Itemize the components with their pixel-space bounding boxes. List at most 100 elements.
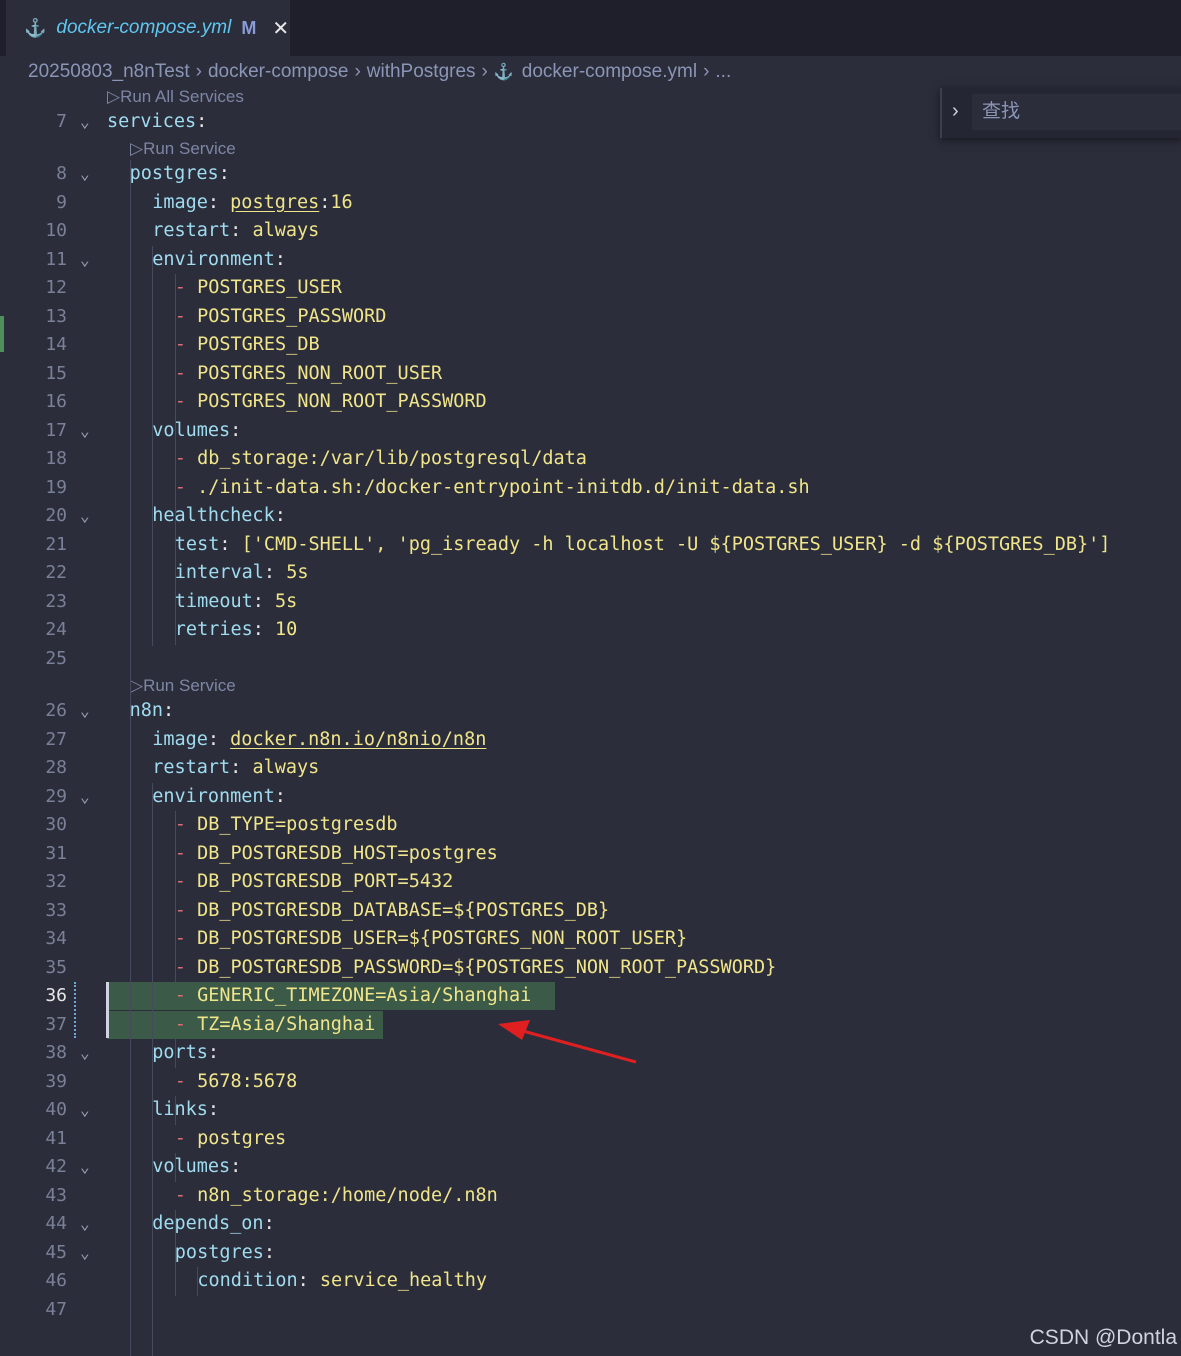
line-number: 44 [45, 1213, 67, 1234]
code-text: environment: [152, 786, 286, 807]
code-line[interactable]: 32 - DB_POSTGRESDB_PORT=5432 [0, 868, 1181, 896]
code-text: healthcheck: [152, 505, 286, 526]
chevron-down-icon[interactable]: ⌄ [80, 1041, 100, 1065]
code-line[interactable]: 23 timeout: 5s [0, 588, 1181, 616]
line-number: 40 [45, 1099, 67, 1120]
line-number: 45 [45, 1242, 67, 1263]
code-text: image: postgres:16 [152, 192, 353, 213]
code-line[interactable]: 41 - postgres [0, 1125, 1181, 1153]
tab-bar: ⚓ docker-compose.yml M ✕ [0, 0, 1181, 56]
code-line[interactable]: 37 - TZ=Asia/Shanghai [0, 1011, 1181, 1039]
code-line[interactable]: 29 ⌄ environment: [0, 783, 1181, 811]
code-text: interval: 5s [174, 562, 309, 583]
chevron-down-icon[interactable]: ⌄ [80, 419, 100, 443]
code-line[interactable]: 30 - DB_TYPE=postgresdb [0, 811, 1181, 839]
code-line[interactable]: 18 - db_storage:/var/lib/postgresql/data [0, 445, 1181, 473]
chevron-down-icon[interactable]: ⌄ [80, 699, 100, 723]
code-line[interactable]: 44 ⌄ depends_on: [0, 1210, 1181, 1238]
code-text: services: [107, 111, 208, 132]
code-line[interactable]: 35 - DB_POSTGRESDB_PASSWORD=${POSTGRES_NO… [0, 954, 1181, 982]
chevron-right-icon[interactable]: › [952, 100, 959, 123]
breadcrumb-item-symbol[interactable]: ... [715, 61, 731, 83]
code-line[interactable]: 24 retries: 10 [0, 616, 1181, 644]
code-text: - ./init-data.sh:/docker-entrypoint-init… [174, 477, 810, 498]
code-text: - DB_POSTGRESDB_HOST=postgres [174, 843, 498, 864]
chevron-right-icon: › [703, 61, 710, 82]
code-line[interactable]: 19 - ./init-data.sh:/docker-entrypoint-in… [0, 474, 1181, 502]
chevron-down-icon[interactable]: ⌄ [80, 110, 100, 134]
run-all-services-link[interactable]: ▷Run All Services [107, 86, 244, 108]
code-text: - POSTGRES_DB [174, 334, 320, 355]
breadcrumb-item-folder[interactable]: docker-compose [208, 61, 348, 83]
code-line[interactable]: 14 - POSTGRES_DB [0, 331, 1181, 359]
line-number: 32 [45, 871, 67, 892]
chevron-down-icon[interactable]: ⌄ [80, 504, 100, 528]
code-line[interactable]: 16 - POSTGRES_NON_ROOT_PASSWORD [0, 388, 1181, 416]
line-number: 47 [45, 1299, 67, 1320]
code-line[interactable]: 17 ⌄ volumes: [0, 417, 1181, 445]
code-line[interactable]: 9 image: postgres:16 [0, 189, 1181, 217]
code-line[interactable]: 8 ⌄ postgres: [0, 160, 1181, 188]
close-icon[interactable]: ✕ [272, 16, 289, 41]
line-number: 39 [45, 1071, 67, 1092]
code-line[interactable]: 46 condition: service_healthy [0, 1267, 1181, 1295]
line-number: 31 [45, 843, 67, 864]
chevron-down-icon[interactable]: ⌄ [80, 1212, 100, 1236]
code-line[interactable]: 21 test: ['CMD-SHELL', 'pg_isready -h loc… [0, 531, 1181, 559]
line-number: 15 [45, 363, 67, 384]
tab-filename: docker-compose.yml [56, 17, 232, 38]
code-line[interactable]: 40 ⌄ links: [0, 1096, 1181, 1124]
code-line[interactable]: 31 - DB_POSTGRESDB_HOST=postgres [0, 840, 1181, 868]
line-number: 16 [45, 391, 67, 412]
chevron-down-icon[interactable]: ⌄ [80, 248, 100, 272]
code-line[interactable]: 33 - DB_POSTGRESDB_DATABASE=${POSTGRES_DB… [0, 897, 1181, 925]
line-number: 33 [45, 900, 67, 921]
chevron-down-icon[interactable]: ⌄ [80, 1098, 100, 1122]
code-line[interactable]: 36 - GENERIC_TIMEZONE=Asia/Shanghai [0, 982, 1181, 1010]
line-number: 14 [45, 334, 67, 355]
chevron-right-icon: › [481, 61, 488, 82]
find-input[interactable]: 查找 [972, 94, 1181, 130]
code-text: - POSTGRES_NON_ROOT_PASSWORD [174, 391, 487, 412]
breadcrumb-item-root[interactable]: 20250803_n8nTest [28, 61, 190, 83]
chevron-down-icon[interactable]: ⌄ [80, 1241, 100, 1265]
code-line[interactable]: 13 - POSTGRES_PASSWORD [0, 303, 1181, 331]
code-line[interactable]: 10 restart: always [0, 217, 1181, 245]
code-line[interactable]: 39 - 5678:5678 [0, 1068, 1181, 1096]
chevron-down-icon[interactable]: ⌄ [80, 785, 100, 809]
code-line[interactable]: 28 restart: always [0, 754, 1181, 782]
code-line[interactable]: 34 - DB_POSTGRESDB_USER=${POSTGRES_NON_RO… [0, 925, 1181, 953]
code-line[interactable]: 20 ⌄ healthcheck: [0, 502, 1181, 530]
run-service-link[interactable]: ▷Run Service [130, 675, 236, 697]
find-widget: › 查找 [940, 88, 1181, 138]
code-text: image: docker.n8n.io/n8nio/n8n [152, 729, 487, 750]
code-line[interactable]: 38 ⌄ ports: [0, 1039, 1181, 1067]
chevron-right-icon: › [195, 61, 202, 82]
code-text: - n8n_storage:/home/node/.n8n [174, 1185, 498, 1206]
code-line[interactable]: 42 ⌄ volumes: [0, 1153, 1181, 1181]
docker-whale-icon: ⚓ [493, 64, 514, 81]
code-line[interactable]: 11 ⌄ environment: [0, 246, 1181, 274]
code-text: - DB_POSTGRESDB_PORT=5432 [174, 871, 454, 892]
line-number: 13 [45, 306, 67, 327]
tab-docker-compose[interactable]: ⚓ docker-compose.yml M ✕ [6, 0, 290, 56]
breadcrumb-item-subfolder[interactable]: withPostgres [367, 61, 476, 83]
code-line[interactable]: 25 [0, 645, 1181, 673]
chevron-down-icon[interactable]: ⌄ [80, 1155, 100, 1179]
chevron-down-icon[interactable]: ⌄ [80, 162, 100, 186]
code-line[interactable]: 47 [0, 1296, 1181, 1324]
breadcrumb-item-file[interactable]: docker-compose.yml [522, 61, 697, 83]
line-number: 26 [45, 700, 67, 721]
line-number: 29 [45, 786, 67, 807]
code-line[interactable]: 12 - POSTGRES_USER [0, 274, 1181, 302]
code-line[interactable]: 43 - n8n_storage:/home/node/.n8n [0, 1182, 1181, 1210]
code-line[interactable]: 45 ⌄ postgres: [0, 1239, 1181, 1267]
code-line[interactable]: 22 interval: 5s [0, 559, 1181, 587]
line-number: 34 [45, 928, 67, 949]
run-service-link[interactable]: ▷Run Service [130, 138, 236, 160]
code-line[interactable]: 15 - POSTGRES_NON_ROOT_USER [0, 360, 1181, 388]
code-editor[interactable]: ▷Run All Services ▷Run Service ▷Run Serv… [0, 86, 1181, 1356]
code-line[interactable]: 27 image: docker.n8n.io/n8nio/n8n [0, 726, 1181, 754]
code-line[interactable]: 26 ⌄ n8n: [0, 697, 1181, 725]
code-text: retries: 10 [174, 619, 298, 640]
